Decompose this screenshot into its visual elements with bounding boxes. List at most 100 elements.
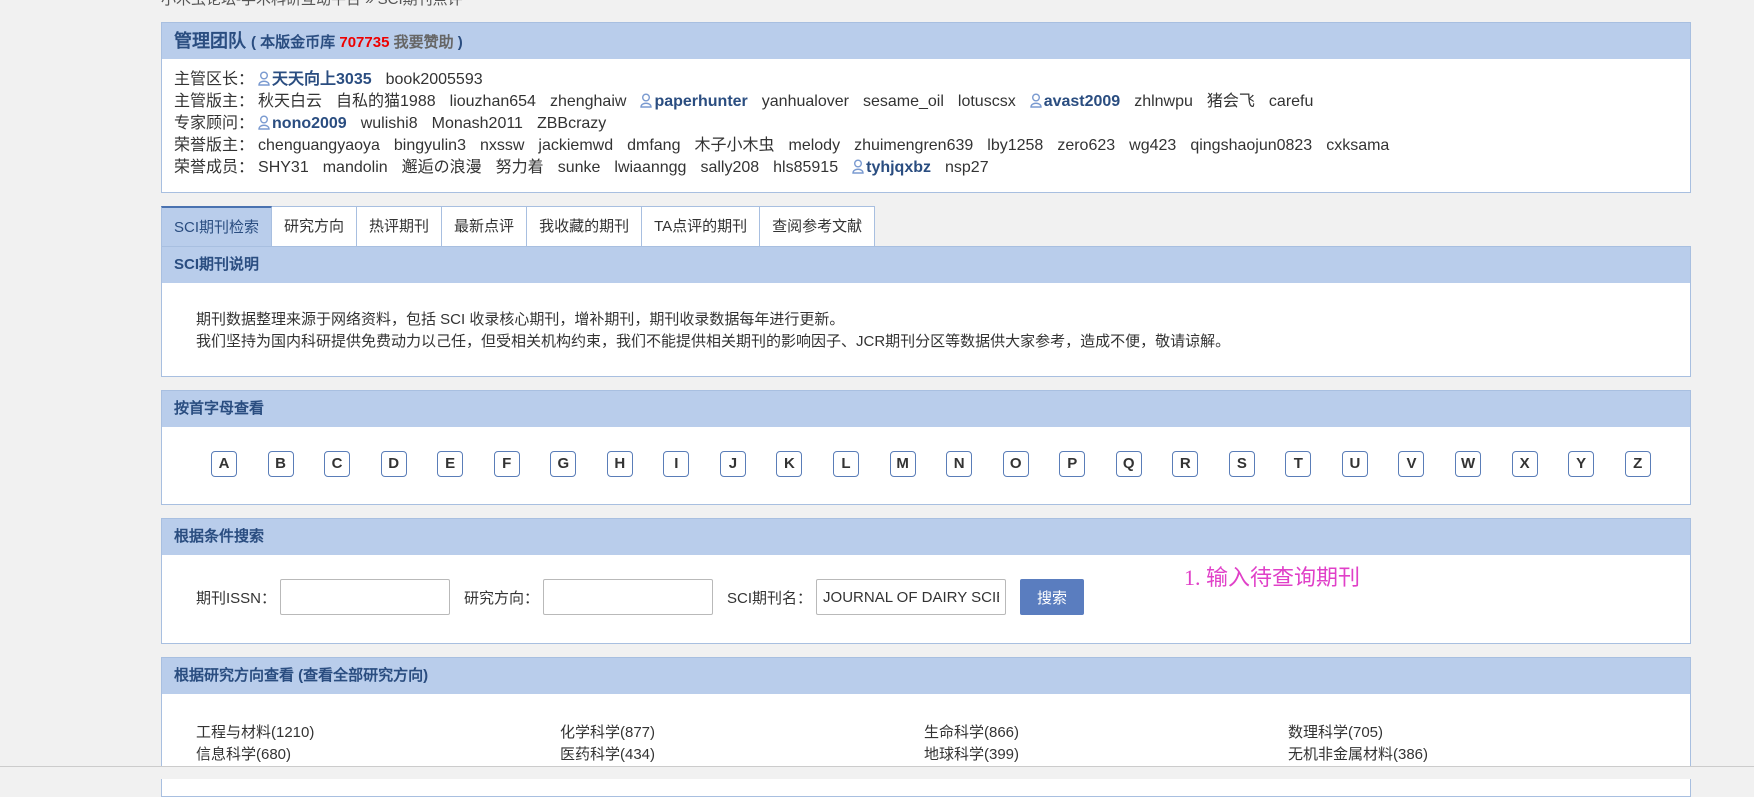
journal-name-input[interactable] — [816, 579, 1007, 615]
letter-button-e[interactable]: E — [437, 451, 464, 477]
team-member-link[interactable]: chenguangyaoya — [258, 135, 380, 157]
team-member-link[interactable]: wulishi8 — [361, 113, 418, 135]
tab-3[interactable]: 最新点评 — [442, 206, 528, 247]
team-member-link[interactable]: book2005593 — [386, 69, 483, 91]
team-member-link[interactable]: paperhunter — [640, 91, 748, 113]
team-member-link[interactable]: sesame_oil — [863, 91, 944, 113]
letter-button-z[interactable]: Z — [1624, 451, 1651, 477]
team-row: 荣誉成员： SHY31 mandolin 邂逅の浪漫 努力着 sunke lwiaanngg… — [174, 157, 1678, 179]
direction-link[interactable]: 地球科学(399) — [924, 744, 1288, 766]
team-member-link[interactable]: 猪会飞 — [1207, 91, 1255, 113]
letter-button-m[interactable]: M — [889, 451, 916, 477]
team-member-name: 猪会飞 — [1206, 93, 1255, 110]
tab-5[interactable]: TA点评的期刊 — [642, 206, 761, 247]
letter-button-n[interactable]: N — [946, 451, 973, 477]
user-icon — [852, 159, 866, 176]
team-member-link[interactable]: sunke — [558, 157, 601, 179]
team-member-link[interactable]: SHY31 — [258, 157, 309, 179]
letter-button-w[interactable]: W — [1455, 451, 1482, 477]
letter-button-v[interactable]: V — [1398, 451, 1425, 477]
direction-link[interactable]: 数理科学(705) — [1288, 722, 1652, 744]
journal-name-label: SCI期刊名： — [727, 589, 813, 607]
team-member-link[interactable]: zhlnwpu — [1134, 91, 1193, 113]
tab-0[interactable]: SCI期刊检索 — [161, 206, 273, 248]
direction-link[interactable]: 信息科学(680) — [196, 744, 560, 766]
tab-6[interactable]: 查阅参考文献 — [760, 206, 876, 247]
team-member-link[interactable]: yanhualover — [762, 91, 849, 113]
team-member-link[interactable]: zhuimengren639 — [854, 135, 973, 157]
search-button[interactable]: 搜索 — [1020, 579, 1085, 615]
team-member-link[interactable]: 自私的猫1988 — [336, 91, 436, 113]
team-member-name: chenguangyaoya — [258, 137, 380, 154]
team-member-link[interactable]: nsp27 — [945, 157, 989, 179]
directions-header[interactable]: 根据研究方向查看 (查看全部研究方向) — [162, 658, 1690, 694]
team-member-link[interactable]: 努力着 — [496, 157, 544, 179]
direction-link[interactable]: 化学科学(877) — [560, 722, 924, 744]
letter-button-u[interactable]: U — [1341, 451, 1368, 477]
team-member-link[interactable]: 秋天白云 — [258, 91, 322, 113]
team-member-link[interactable]: lwiaanngg — [614, 157, 686, 179]
tab-1[interactable]: 研究方向 — [272, 206, 358, 247]
letter-button-q[interactable]: Q — [1115, 451, 1142, 477]
team-member-link[interactable]: cxksama — [1326, 135, 1389, 157]
letter-button-l[interactable]: L — [833, 451, 860, 477]
team-member-link[interactable]: avast2009 — [1029, 91, 1121, 113]
team-member-name: jackiemwd — [538, 137, 614, 154]
team-member-link[interactable]: tyhjqxbz — [852, 157, 931, 179]
team-member-link[interactable]: carefu — [1269, 91, 1313, 113]
direction-link[interactable]: 医药科学(434) — [560, 744, 924, 766]
team-member-link[interactable]: 木子小木虫 — [694, 135, 774, 157]
letter-button-a[interactable]: A — [211, 451, 237, 477]
direction-link[interactable]: 无机非金属材料(386) — [1288, 744, 1652, 766]
letter-button-r[interactable]: R — [1172, 451, 1199, 477]
tab-4[interactable]: 我收藏的期刊 — [527, 206, 643, 247]
team-member-link[interactable]: 天天向上3035 — [258, 69, 372, 91]
team-member-link[interactable]: dmfang — [627, 135, 680, 157]
team-member-link[interactable]: jackiemwd — [538, 135, 613, 157]
letter-button-o[interactable]: O — [1002, 451, 1029, 477]
team-member-link[interactable]: hls85915 — [773, 157, 838, 179]
team-member-link[interactable]: sally208 — [700, 157, 759, 179]
letter-button-d[interactable]: D — [380, 451, 407, 477]
letter-button-c[interactable]: C — [324, 451, 351, 477]
letter-button-x[interactable]: X — [1511, 451, 1538, 477]
letter-button-h[interactable]: H — [606, 451, 633, 477]
issn-input[interactable] — [280, 579, 451, 615]
team-member-name: avast2009 — [1043, 93, 1121, 110]
team-member-link[interactable]: lotuscsx — [958, 91, 1016, 113]
letters-panel: 按首字母查看 A B C D E F G H I J K L M N O P Q R S T U V W X Y Z — [161, 390, 1691, 505]
letter-button-k[interactable]: K — [776, 451, 803, 477]
letter-button-y[interactable]: Y — [1568, 451, 1595, 477]
team-member-link[interactable]: melody — [789, 135, 841, 157]
letter-button-b[interactable]: B — [267, 451, 294, 477]
direction-input[interactable] — [543, 579, 714, 615]
team-member-name: cxksama — [1326, 137, 1390, 154]
letter-button-p[interactable]: P — [1059, 451, 1086, 477]
direction-link[interactable]: 工程与材料(1210) — [196, 722, 560, 744]
team-member-link[interactable]: ZBBcrazy — [537, 113, 606, 135]
letter-button-g[interactable]: G — [550, 451, 577, 477]
direction-link[interactable]: 生命科学(866) — [924, 722, 1288, 744]
team-member-link[interactable]: bingyulin3 — [394, 135, 466, 157]
tab-2[interactable]: 热评期刊 — [357, 206, 443, 247]
letter-button-f[interactable]: F — [493, 451, 520, 477]
letter-button-j[interactable]: J — [719, 451, 746, 477]
team-member-link[interactable]: zero623 — [1057, 135, 1115, 157]
team-member-link[interactable]: wg423 — [1129, 135, 1176, 157]
letter-button-t[interactable]: T — [1285, 451, 1312, 477]
description-line-2: 我们坚持为国内科研提供免费动力以己任，但受相关机构约束，我们不能提供相关期刊的影… — [196, 333, 1231, 350]
team-member-link[interactable]: liouzhan654 — [450, 91, 536, 113]
team-member-link[interactable]: mandolin — [323, 157, 388, 179]
team-row: 主管区长： 天天向上3035 book2005593 — [174, 69, 1678, 91]
team-member-link[interactable]: nxssw — [480, 135, 524, 157]
team-role-label: 荣誉版主： — [174, 137, 255, 154]
team-member-link[interactable]: Monash2011 — [432, 113, 523, 135]
sponsor-link[interactable]: 我要赞助 — [394, 34, 454, 51]
team-member-link[interactable]: 邂逅の浪漫 — [402, 157, 482, 179]
team-member-link[interactable]: zhenghaiw — [550, 91, 627, 113]
team-member-link[interactable]: qingshaojun0823 — [1190, 135, 1312, 157]
letter-button-s[interactable]: S — [1228, 451, 1255, 477]
team-member-link[interactable]: lby1258 — [987, 135, 1043, 157]
team-member-link[interactable]: nono2009 — [258, 113, 347, 135]
letter-button-i[interactable]: I — [663, 451, 690, 477]
